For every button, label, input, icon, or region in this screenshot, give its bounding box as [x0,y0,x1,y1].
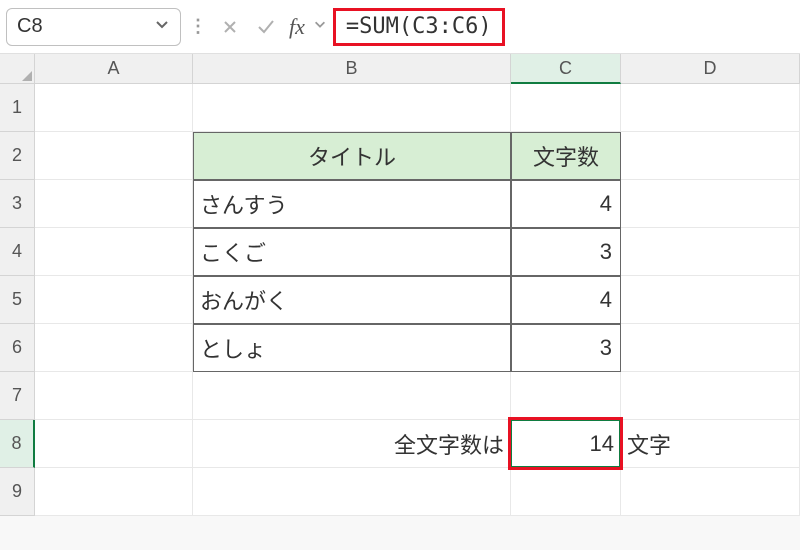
cell-B2[interactable]: タイトル [193,132,511,180]
cell-A6[interactable] [35,324,193,372]
cell-C1[interactable] [511,84,621,132]
cell-A4[interactable] [35,228,193,276]
accept-icon[interactable] [251,8,281,46]
cell-C4[interactable]: 3 [511,228,621,276]
cell-D9[interactable] [621,468,800,516]
separator-icon: ⋮ [189,16,207,37]
cell-C5[interactable]: 4 [511,276,621,324]
cell-C6[interactable]: 3 [511,324,621,372]
fx-controls: fx [215,8,327,46]
cancel-icon[interactable] [215,8,245,46]
cell-B6[interactable]: としょ [193,324,511,372]
cell-B9[interactable] [193,468,511,516]
row-2: 2 タイトル 文字数 [0,132,800,180]
row-header-8[interactable]: 8 [0,420,35,468]
name-box[interactable]: C8 [6,8,181,46]
row-header-4[interactable]: 4 [0,228,35,276]
cell-C3[interactable]: 4 [511,180,621,228]
row-3: 3 さんすう 4 [0,180,800,228]
cell-B4[interactable]: こくご [193,228,511,276]
col-header-B[interactable]: B [193,54,511,84]
cell-C9[interactable] [511,468,621,516]
formula-text: =SUM(C3:C6) [346,14,492,39]
cell-A8[interactable] [35,420,193,468]
cell-A3[interactable] [35,180,193,228]
row-7: 7 [0,372,800,420]
select-all-corner[interactable] [0,54,35,84]
cell-D8[interactable]: 文字 [621,420,800,468]
row-4: 4 こくご 3 [0,228,800,276]
grid[interactable]: A B C D 1 2 タイトル 文字数 3 さんすう 4 4 [0,54,800,516]
row-header-6[interactable]: 6 [0,324,35,372]
row-header-2[interactable]: 2 [0,132,35,180]
cell-A7[interactable] [35,372,193,420]
rows: 1 2 タイトル 文字数 3 さんすう 4 4 こくご 3 [0,84,800,516]
col-header-C[interactable]: C [511,54,621,84]
cell-C7[interactable] [511,372,621,420]
cell-B7[interactable] [193,372,511,420]
cell-B3[interactable]: さんすう [193,180,511,228]
cell-D1[interactable] [621,84,800,132]
cell-C2[interactable]: 文字数 [511,132,621,180]
column-headers: A B C D [0,54,800,84]
row-header-5[interactable]: 5 [0,276,35,324]
row-1: 1 [0,84,800,132]
row-9: 9 [0,468,800,516]
cell-C8[interactable]: 14 [511,420,621,468]
row-header-9[interactable]: 9 [0,468,35,516]
row-header-3[interactable]: 3 [0,180,35,228]
formula-input[interactable]: =SUM(C3:C6) [333,8,505,46]
cell-A2[interactable] [35,132,193,180]
chevron-down-icon [154,15,170,38]
col-header-D[interactable]: D [621,54,800,84]
cell-B8[interactable]: 全文字数は [193,420,511,468]
cell-D3[interactable] [621,180,800,228]
cell-D2[interactable] [621,132,800,180]
cell-B1[interactable] [193,84,511,132]
fx-label[interactable]: fx [287,14,307,40]
cell-A9[interactable] [35,468,193,516]
cell-D7[interactable] [621,372,800,420]
cell-A5[interactable] [35,276,193,324]
row-header-7[interactable]: 7 [0,372,35,420]
row-6: 6 としょ 3 [0,324,800,372]
cell-D4[interactable] [621,228,800,276]
row-5: 5 おんがく 4 [0,276,800,324]
cell-D6[interactable] [621,324,800,372]
name-box-value: C8 [17,15,43,38]
fx-chevron-icon [313,17,327,36]
formula-bar: C8 ⋮ fx =SUM(C3:C6) [0,0,800,54]
col-header-A[interactable]: A [35,54,193,84]
cell-B5[interactable]: おんがく [193,276,511,324]
row-header-1[interactable]: 1 [0,84,35,132]
cell-A1[interactable] [35,84,193,132]
row-8: 8 全文字数は 14 文字 [0,420,800,468]
cell-D5[interactable] [621,276,800,324]
